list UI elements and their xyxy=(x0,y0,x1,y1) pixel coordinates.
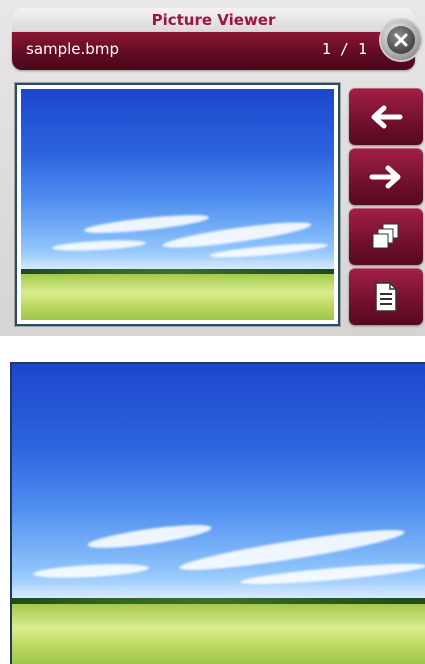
next-button[interactable] xyxy=(349,148,423,205)
file-name: sample.bmp xyxy=(26,40,119,58)
file-info-bar: sample.bmp 1 / 1 xyxy=(12,32,415,70)
image-counter: 1 / 1 xyxy=(321,40,367,58)
document-icon xyxy=(375,281,397,312)
arrow-left-icon xyxy=(371,105,403,128)
full-image-view[interactable] xyxy=(10,362,425,664)
copy-icon xyxy=(372,223,399,248)
close-button[interactable] xyxy=(381,20,421,60)
previous-button[interactable] xyxy=(349,88,423,145)
picture-viewer-window: Picture Viewer sample.bmp 1 / 1 xyxy=(0,0,425,336)
app-title: Picture Viewer xyxy=(12,8,415,32)
close-icon xyxy=(387,26,415,54)
picture-thumbnail[interactable] xyxy=(15,83,340,326)
details-button[interactable] xyxy=(349,268,423,325)
copy-button[interactable] xyxy=(349,208,423,265)
arrow-right-icon xyxy=(369,165,401,188)
title-bar: Picture Viewer sample.bmp 1 / 1 xyxy=(12,8,415,70)
landscape-image-full xyxy=(12,364,425,664)
landscape-image xyxy=(21,89,334,320)
